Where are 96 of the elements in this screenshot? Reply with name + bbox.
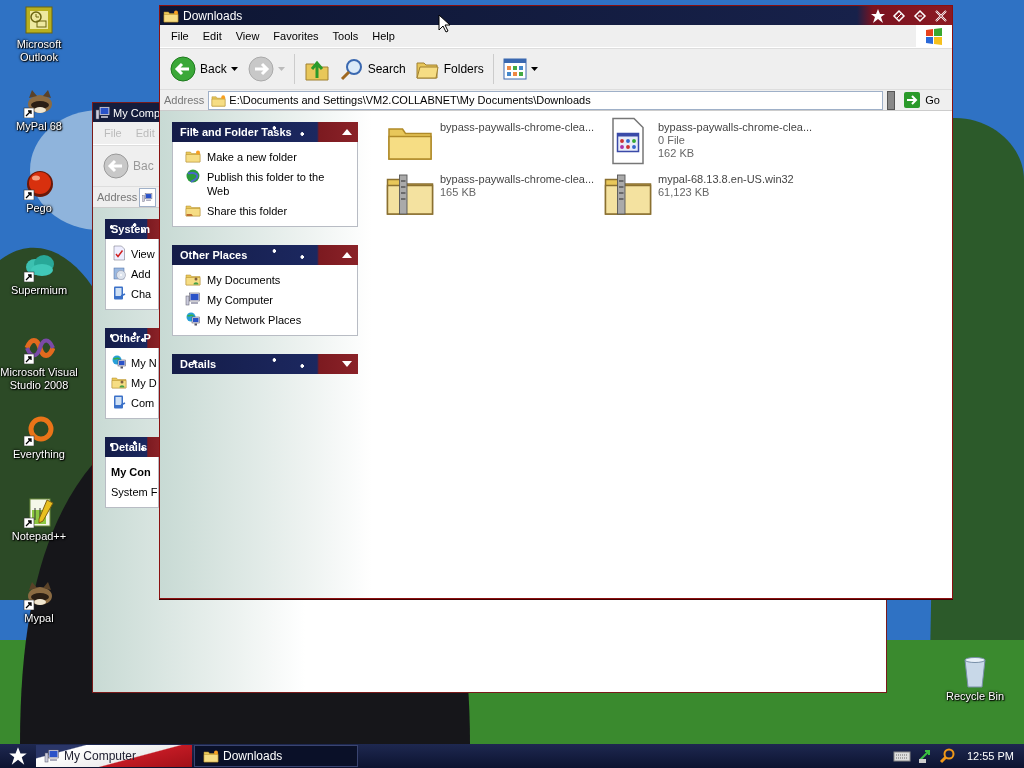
maximize-button[interactable] xyxy=(911,7,928,24)
close-button[interactable] xyxy=(932,7,949,24)
task-link[interactable]: My Network Places xyxy=(207,311,302,327)
folder-icon xyxy=(185,148,201,164)
task-link[interactable]: My Computer xyxy=(207,291,274,307)
page-icon xyxy=(111,245,127,261)
icon-label[interactable]: Microsoft Visual Studio 2008 xyxy=(0,366,78,392)
documents-folder-icon xyxy=(185,271,201,287)
chevron-icon xyxy=(342,252,352,258)
back-button[interactable]: Back xyxy=(166,53,242,85)
menu-item[interactable]: Tools xyxy=(325,30,366,42)
windows-logo-icon xyxy=(924,26,944,46)
task-link[interactable]: My Documents xyxy=(207,271,281,287)
address-field[interactable] xyxy=(139,187,157,207)
icon-label[interactable]: Microsoft Outlook xyxy=(0,38,78,64)
task-link[interactable]: My N xyxy=(131,354,157,370)
address-field[interactable]: E:\Documents and Settings\VM2.COLLABNET\My Documents\Downloads xyxy=(208,90,884,110)
address-label: Address xyxy=(164,94,205,106)
taskbar-button[interactable]: Downloads xyxy=(194,745,358,767)
address-label: Address xyxy=(97,191,138,203)
details-name: My Con xyxy=(111,465,152,479)
task-link[interactable]: Com xyxy=(131,394,155,410)
menu-item[interactable]: Edit xyxy=(195,30,229,42)
keyboard-icon[interactable] xyxy=(892,750,911,762)
computer-icon xyxy=(95,104,111,121)
file-details: 165 KB xyxy=(440,186,478,199)
computer-icon xyxy=(142,191,154,203)
file-name[interactable]: bypass-paywalls-chrome-clea... xyxy=(658,121,813,134)
panel-title: Other P xyxy=(111,332,152,344)
computer-icon xyxy=(185,291,201,307)
window-title: My Comp xyxy=(113,106,161,119)
star-icon xyxy=(870,7,886,24)
control-panel-icon xyxy=(111,394,127,410)
maximize-icon xyxy=(911,7,928,24)
icon-label[interactable]: Recycle Bin xyxy=(936,690,1014,703)
task-link[interactable]: Share this folder xyxy=(207,202,288,218)
go-button[interactable]: Go xyxy=(899,91,948,109)
taskbar-button[interactable]: My Computer xyxy=(36,745,192,767)
panel-header[interactable]: Other P xyxy=(105,328,159,348)
file-details: 61,123 KB xyxy=(658,186,711,199)
dropdown-handle[interactable] xyxy=(887,90,896,110)
caret-icon xyxy=(530,67,538,71)
caret-icon xyxy=(277,67,285,71)
shared-folder-icon xyxy=(185,202,201,218)
network-icon xyxy=(111,354,127,370)
file-details: 0 File xyxy=(658,134,686,147)
network-arrows-icon[interactable] xyxy=(916,748,933,764)
network-icon xyxy=(185,311,201,327)
task-link[interactable]: My D xyxy=(131,374,157,390)
task-link[interactable]: View xyxy=(131,245,155,261)
software-icon xyxy=(111,265,127,281)
mail-icon[interactable] xyxy=(23,4,55,36)
ring-icon[interactable] xyxy=(23,414,55,446)
icon-label[interactable]: MyPal 68 xyxy=(0,120,78,133)
panel-title: File and Folder Tasks xyxy=(180,126,293,138)
file-details: 162 KB xyxy=(658,147,696,160)
ball-icon[interactable] xyxy=(23,168,55,200)
task-link[interactable]: Add xyxy=(131,265,151,281)
caret-icon xyxy=(230,67,238,71)
close-icon xyxy=(932,7,949,24)
chevron-icon xyxy=(342,361,352,367)
menu-item[interactable]: Help xyxy=(365,30,402,42)
icon-label[interactable]: Supermium xyxy=(0,284,78,297)
icon-label[interactable]: Notepad++ xyxy=(0,530,78,543)
minimize-icon xyxy=(890,7,907,24)
notepad-icon[interactable] xyxy=(23,496,55,528)
globe-icon xyxy=(185,168,201,184)
documents-folder-icon xyxy=(111,374,127,390)
window-title: Downloads xyxy=(183,8,244,23)
control-panel-icon xyxy=(111,285,127,301)
views-grid-icon xyxy=(502,58,527,80)
folders-button[interactable]: Folders xyxy=(411,54,488,84)
clock: 12:55 PM xyxy=(966,750,1014,762)
search-button[interactable]: Search xyxy=(335,54,410,84)
menu-item[interactable]: Favorites xyxy=(266,30,326,42)
folder-icon xyxy=(203,748,219,764)
task-link[interactable]: Cha xyxy=(131,285,152,301)
task-link[interactable]: Publish this folder to the Web xyxy=(206,168,349,198)
chevron-icon xyxy=(342,129,352,135)
computer-icon xyxy=(44,748,60,764)
menu-item[interactable]: File xyxy=(164,30,196,42)
search-icon xyxy=(339,57,364,81)
recycle-bin-icon[interactable] xyxy=(962,656,988,688)
icon-label[interactable]: Everything xyxy=(0,448,78,461)
search-icon[interactable] xyxy=(938,748,955,764)
file-name[interactable]: mypal-68.13.8.en-US.win32 xyxy=(658,173,794,186)
task-link[interactable]: Make a new folder xyxy=(207,148,297,164)
folder-icon xyxy=(211,92,227,108)
minimize-button[interactable] xyxy=(890,7,907,24)
star-icon xyxy=(8,746,28,766)
panel-title: Details xyxy=(180,358,218,370)
icon-label[interactable]: Pego xyxy=(0,202,78,215)
details-type: System F xyxy=(111,485,158,499)
file-name[interactable]: bypass-paywalls-chrome-clea... xyxy=(440,121,595,134)
menu-item[interactable]: View xyxy=(228,30,267,42)
file-name[interactable]: bypass-paywalls-chrome-clea... xyxy=(440,173,595,186)
